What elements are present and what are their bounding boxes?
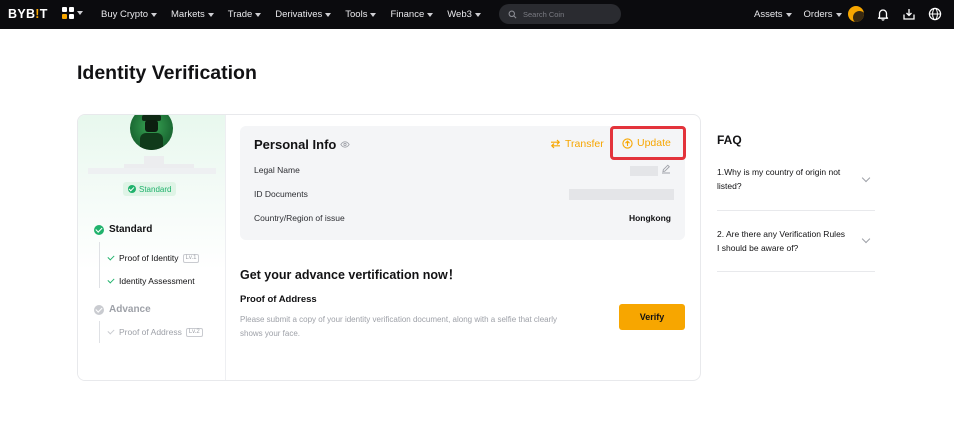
chevron-down-icon	[427, 12, 434, 17]
faq-question: 2. Are there any Verification Rules I sh…	[717, 229, 846, 253]
chevron-down-icon	[861, 173, 871, 183]
update-button[interactable]: Update	[622, 137, 671, 149]
personal-info-panel: Personal Info Transfer Update Legal Name…	[240, 126, 686, 240]
chevron-down-icon	[370, 12, 377, 17]
country-label: Country/Region of issue	[254, 213, 345, 223]
chevron-down-icon	[207, 12, 214, 17]
bybit-logo[interactable]: BYB!T	[8, 7, 48, 21]
nav-item-derivatives[interactable]: Derivatives	[275, 9, 332, 20]
country-value: Hongkong	[628, 213, 671, 223]
arrow-up-circle-icon	[622, 137, 633, 149]
faq-question: 1.Why is my country of origin not listed…	[717, 167, 841, 191]
faq-title: FAQ	[717, 133, 742, 147]
masked-legal-name	[630, 166, 658, 176]
nav-right: Assets Orders	[754, 0, 854, 29]
step-proof-of-address: Proof of Address Lv.2	[107, 327, 203, 337]
verify-button[interactable]: Verify	[619, 304, 685, 330]
nav-item-orders[interactable]: Orders	[804, 9, 842, 20]
check-icon	[107, 253, 115, 261]
check-circle-icon	[94, 224, 104, 235]
chevron-down-icon	[151, 12, 157, 17]
globe-icon[interactable]	[928, 7, 942, 21]
verification-sidebar: Standard Standard Proof of Identity Lv.1…	[78, 115, 226, 380]
verification-content: Personal Info Transfer Update Legal Name…	[226, 115, 700, 380]
verification-card: Standard Standard Proof of Identity Lv.1…	[77, 114, 701, 381]
masked-username	[88, 156, 216, 175]
check-circle-icon	[94, 304, 104, 315]
transfer-button[interactable]: Transfer	[550, 138, 604, 150]
proof-of-address-title: Proof of Address	[240, 294, 317, 305]
bell-icon[interactable]	[876, 7, 890, 21]
search-box[interactable]	[499, 4, 621, 24]
nav-item-buy-crypto[interactable]: Buy Crypto	[101, 9, 157, 20]
chevron-down-icon	[835, 12, 842, 17]
advance-verification-heading: Get your advance vertification now！	[240, 268, 461, 282]
masked-id-document	[569, 189, 674, 200]
faq-item[interactable]: 1.Why is my country of origin not listed…	[717, 164, 875, 211]
step-proof-of-identity: Proof of Identity Lv.1	[107, 253, 200, 263]
main-nav: Buy Crypto Markets Trade Derivatives Too…	[101, 0, 495, 29]
chevron-down-icon	[325, 12, 332, 17]
nav-item-web3[interactable]: Web3	[447, 9, 481, 20]
chevron-down-icon	[255, 12, 262, 17]
nav-item-markets[interactable]: Markets	[171, 9, 214, 20]
search-input[interactable]	[523, 9, 613, 19]
chevron-down-icon	[785, 12, 792, 17]
personal-info-title: Personal Info	[254, 137, 351, 152]
nav-item-tools[interactable]: Tools	[345, 9, 377, 20]
chevron-down-icon	[474, 12, 481, 17]
page-title: Identity Verification	[77, 62, 257, 84]
divider	[99, 321, 100, 343]
profile-avatar	[130, 115, 173, 150]
level-standard: Standard	[94, 224, 152, 235]
chevron-down-icon	[861, 234, 871, 244]
eye-icon[interactable]	[340, 141, 351, 148]
search-icon	[508, 10, 517, 18]
nav-item-finance[interactable]: Finance	[390, 9, 434, 20]
level-tag: Lv.2	[185, 327, 203, 337]
download-icon[interactable]	[902, 7, 916, 21]
status-badge: Standard	[123, 182, 177, 196]
check-icon	[107, 327, 115, 335]
proof-of-address-description: Please submit a copy of your identity ve…	[240, 315, 558, 338]
user-avatar[interactable]	[848, 6, 864, 22]
divider	[99, 242, 100, 288]
check-circle-icon	[128, 185, 136, 193]
apps-menu-button[interactable]	[62, 7, 83, 19]
nav-item-trade[interactable]: Trade	[228, 9, 262, 20]
top-navigation-bar: BYB!T Buy Crypto Markets Trade Derivativ…	[0, 0, 954, 29]
legal-name-label: Legal Name	[254, 165, 300, 175]
chevron-down-icon	[77, 11, 83, 15]
edit-icon[interactable]	[661, 164, 671, 174]
transfer-icon	[550, 139, 561, 149]
nav-item-assets[interactable]: Assets	[754, 9, 792, 20]
id-documents-label: ID Documents	[254, 189, 308, 199]
level-tag: Lv.1	[182, 253, 200, 263]
step-identity-assessment: Identity Assessment	[107, 276, 195, 286]
apps-grid-icon	[62, 7, 74, 19]
update-button-highlight: Update	[610, 126, 686, 160]
level-advance: Advance	[94, 304, 151, 315]
faq-item[interactable]: 2. Are there any Verification Rules I sh…	[717, 226, 875, 272]
check-icon	[107, 276, 115, 284]
